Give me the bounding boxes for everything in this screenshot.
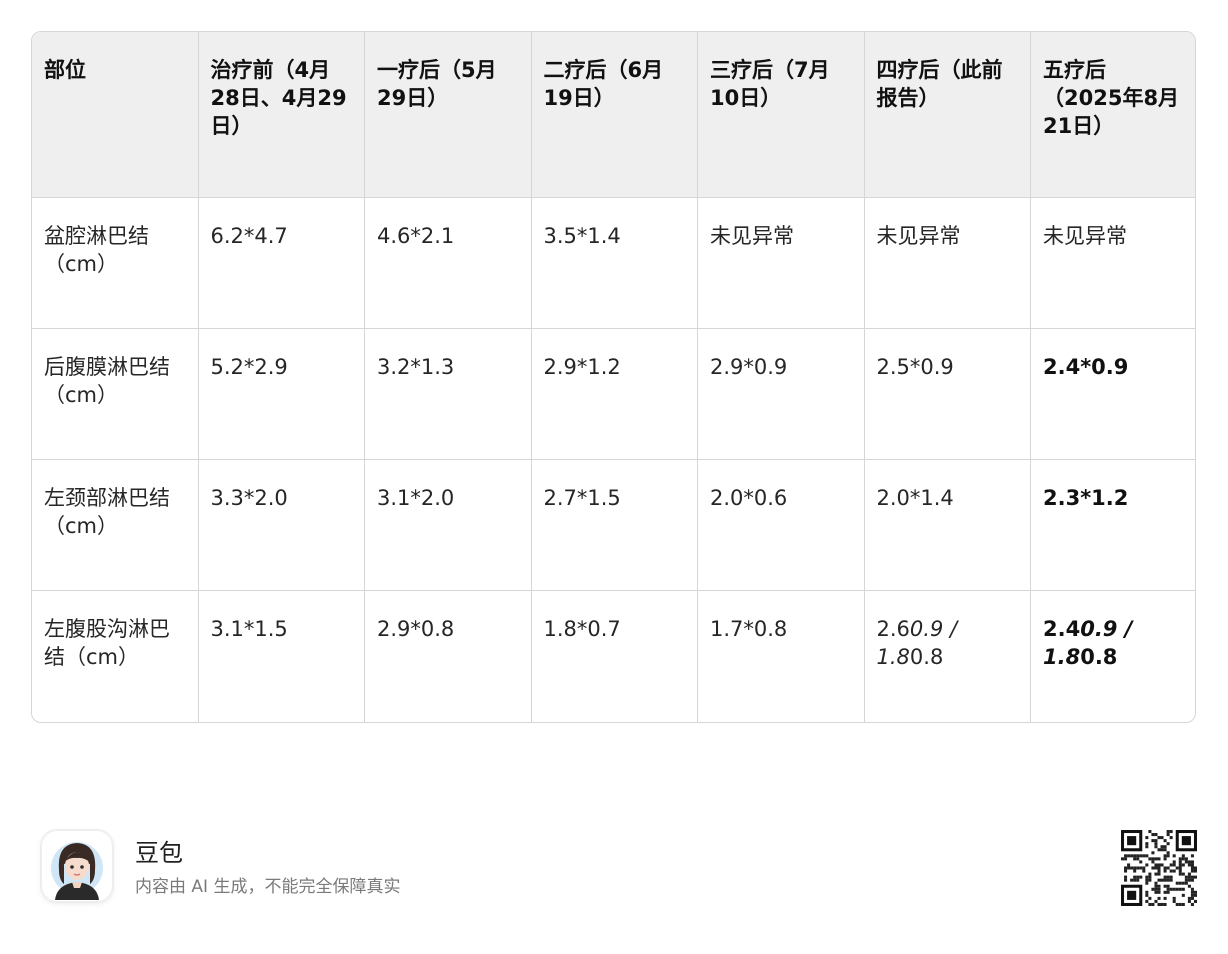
header-after-cycle-5: 五疗后（2025年8月21日）: [1030, 32, 1195, 198]
table-cell-mixed: 2.60.9 / 1.80.8: [864, 590, 1031, 722]
table-row: 左颈部淋巴结（cm） 3.3*2.0 3.1*2.0 2.7*1.5 2.0*0…: [32, 459, 1195, 592]
lymph-node-table: 部位 治疗前（4月28日、4月29日） 一疗后（5月29日） 二疗后（6月19日…: [32, 32, 1196, 722]
avatar-icon: [41, 830, 113, 902]
value-part: 2.4: [1043, 617, 1081, 642]
table-cell: 未见异常: [697, 197, 865, 329]
header-after-cycle-2: 二疗后（6月19日）: [531, 32, 698, 198]
table-cell: 5.2*2.9: [198, 328, 365, 461]
table-row: 左腹股沟淋巴结（cm） 3.1*1.5 2.9*0.8 1.8*0.7 1.7*…: [32, 590, 1196, 722]
table-row: 后腹膜淋巴结（cm） 5.2*2.9 3.2*1.3 2.9*1.2 2.9*0…: [32, 328, 1195, 461]
table-cell: 3.1*1.5: [198, 590, 365, 722]
table-cell: 3.3*2.0: [198, 459, 365, 592]
table-cell: 1.8*0.7: [531, 590, 698, 722]
table-cell: 2.9*0.8: [364, 590, 532, 722]
table-cell: 2.4*0.9: [1030, 328, 1195, 461]
ai-disclaimer: 内容由 AI 生成，不能完全保障真实: [135, 877, 401, 897]
table-cell: 3.5*1.4: [531, 197, 698, 329]
table-cell: 2.9*0.9: [697, 328, 865, 461]
header-after-cycle-4: 四疗后（此前报告）: [864, 32, 1031, 198]
value-part: 0.8: [909, 645, 944, 670]
table-cell: 3.2*1.3: [364, 328, 532, 461]
table-cell: 6.2*4.7: [198, 197, 365, 329]
table-cell: 未见异常: [1030, 197, 1195, 329]
table-row: 盆腔淋巴结（cm） 6.2*4.7 4.6*2.1 3.5*1.4 未见异常 未…: [32, 197, 1195, 329]
header-after-cycle-1: 一疗后（5月29日）: [364, 32, 532, 198]
table-cell: 2.3*1.2: [1030, 459, 1195, 592]
brand-name: 豆包: [135, 839, 183, 867]
table-cell: 4.6*2.1: [364, 197, 532, 329]
table-header-row: 部位 治疗前（4月28日、4月29日） 一疗后（5月29日） 二疗后（6月19日…: [32, 32, 1195, 198]
table-cell: 未见异常: [864, 197, 1031, 329]
table-cell: 2.7*1.5: [531, 459, 698, 592]
row-site-label: 左颈部淋巴结（cm）: [32, 459, 199, 592]
qr-code-icon: [1121, 830, 1197, 906]
table-cell: 3.1*2.0: [364, 459, 532, 592]
row-site-label: 左腹股沟淋巴结（cm）: [32, 590, 199, 722]
table-cell: 2.5*0.9: [864, 328, 1031, 461]
comparison-table-container: 部位 治疗前（4月28日、4月29日） 一疗后（5月29日） 二疗后（6月19日…: [31, 31, 1196, 723]
row-site-label: 后腹膜淋巴结（cm）: [32, 328, 199, 461]
header-before-treatment: 治疗前（4月28日、4月29日）: [198, 32, 365, 198]
table-cell: 2.0*0.6: [697, 459, 865, 592]
header-site: 部位: [32, 32, 199, 198]
table-cell: 1.7*0.8: [697, 590, 865, 722]
header-after-cycle-3: 三疗后（7月10日）: [697, 32, 865, 198]
table-cell-mixed: 2.40.9 / 1.80.8: [1031, 591, 1196, 722]
table-cell: 2.0*1.4: [864, 459, 1031, 592]
value-part: 0.8: [1080, 645, 1118, 670]
value-part: 2.6: [876, 617, 910, 642]
table-cell: 2.9*1.2: [531, 328, 698, 461]
row-site-label: 盆腔淋巴结（cm）: [32, 197, 199, 329]
footer: 豆包 内容由 AI 生成，不能完全保障真实: [41, 830, 1197, 910]
page: 部位 治疗前（4月28日、4月29日） 一疗后（5月29日） 二疗后（6月19日…: [0, 0, 1228, 954]
